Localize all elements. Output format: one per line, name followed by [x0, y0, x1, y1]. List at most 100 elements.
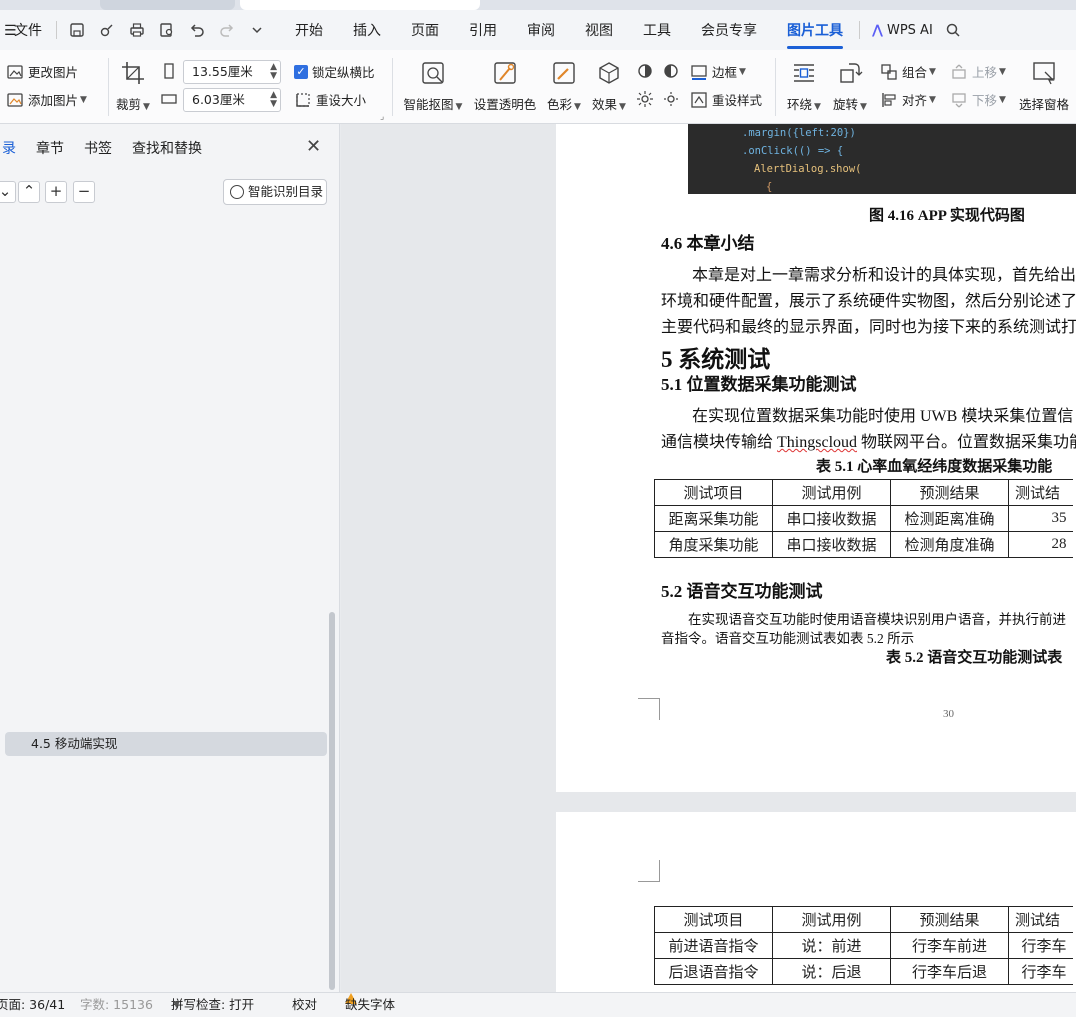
print-preview-icon[interactable]	[159, 22, 175, 38]
status-bar: 页面: 36/41 字数: 15136 拼写检查: 打开 ▼ 校对 缺失字体	[0, 992, 1076, 1017]
add-heading-button[interactable]: +	[45, 181, 67, 203]
lock-aspect-label: 锁定纵横比	[312, 65, 375, 80]
data-table-5-1[interactable]: 测试项目 测试用例 预测结果 测试结 距离采集功能 串口接收数据 检测距离准确 35 角度采集功…	[654, 479, 1073, 558]
picture-tools-ribbon: 更改图片 添加图片 ▼ 裁剪 ▼ 13.55厘米 ▲ ▼ 6.03厘米 ▲ ▼ ✓ 锁定纵横比…	[0, 50, 1076, 124]
tab-member[interactable]: 会员专享	[701, 20, 757, 40]
selection-pane-icon	[1031, 60, 1057, 86]
ai-icon	[230, 185, 244, 199]
smart-toc-button[interactable]: 智能识别目录	[223, 179, 327, 205]
file-menu[interactable]: ☰文件	[0, 20, 42, 40]
active-document-tab[interactable]	[240, 0, 480, 10]
heading-5-1: 5.1 位置数据采集功能测试	[661, 375, 857, 394]
tab-view[interactable]: 视图	[585, 20, 613, 40]
expand-up-button[interactable]: ⌃	[18, 181, 40, 203]
set-transparent-button[interactable]: 设置透明色	[474, 54, 536, 120]
table-caption: 表 5.2 语音交互功能测试表	[886, 650, 1063, 666]
data-table-5-2[interactable]: 测试项目 测试用例 预测结果 测试结 前进语音指令 说：前进 行李车前进 行李车 后退语音指令说…	[654, 906, 1073, 985]
add-picture-label: 添加图片	[28, 93, 79, 108]
page-30: .margin({left:20}) .onClick(() => { Aler…	[556, 124, 1076, 792]
close-icon[interactable]: ✕	[306, 138, 321, 156]
chevron-down-icon[interactable]	[249, 22, 265, 38]
wrap-button[interactable]: 环绕 ▼	[784, 54, 824, 120]
tab-toc[interactable]: 目录	[0, 138, 16, 158]
transparent-color-icon	[492, 60, 518, 86]
table-row: 距离采集功能 串口接收数据 检测距离准确 35	[654, 505, 1073, 532]
tab-start[interactable]: 开始	[295, 20, 323, 40]
smart-cutout-icon	[420, 60, 446, 86]
smart-cutout-button[interactable]: 智能抠图 ▼	[402, 54, 464, 120]
sun-icon[interactable]	[636, 90, 658, 108]
paragraph-line: 在实现位置数据采集功能时使用 UWB 模块采集位置信	[692, 408, 1074, 425]
lock-aspect-checkbox[interactable]: ✓ 锁定纵横比	[294, 62, 375, 81]
tab-picture-tools[interactable]: 图片工具	[787, 20, 843, 49]
tab-page[interactable]: 页面	[411, 20, 439, 40]
tab-references[interactable]: 引用	[469, 20, 497, 40]
print-icon[interactable]	[129, 22, 145, 38]
height-spinner[interactable]: 6.03厘米 ▲ ▼	[183, 88, 281, 112]
proofread-button[interactable]: 校对	[292, 993, 317, 1017]
tab-tools[interactable]: 工具	[643, 20, 671, 40]
export-icon[interactable]	[99, 22, 115, 38]
effects-cube-icon	[596, 60, 622, 86]
width-value: 13.55厘米	[192, 64, 253, 79]
sun-dim-icon[interactable]	[662, 90, 684, 108]
border-icon	[690, 63, 708, 81]
word-count[interactable]: 字数: 15136	[80, 993, 153, 1017]
spinner-arrows-icon[interactable]: ▲ ▼	[270, 63, 277, 81]
collapse-all-button[interactable]: ⌄	[0, 181, 16, 203]
wps-ai-button[interactable]: ⋀ WPS AI	[872, 23, 933, 38]
chevron-down-icon: ▼	[929, 66, 936, 77]
table-header-row: 测试项目 测试用例 预测结果 测试结	[654, 906, 1073, 933]
move-up-button[interactable]: 上移 ▼	[950, 62, 1006, 81]
change-picture-button[interactable]: 更改图片	[6, 62, 78, 81]
chevron-down-icon: ⌄	[0, 182, 12, 200]
selection-pane-button[interactable]: 选择窗格	[1016, 54, 1072, 120]
color-button[interactable]: 色彩 ▼	[545, 54, 583, 120]
save-icon[interactable]	[69, 22, 85, 38]
selection-pane-label: 选择窗格	[1018, 97, 1069, 112]
redo-icon[interactable]	[219, 22, 235, 38]
tab-bookmarks[interactable]: 书签	[84, 138, 112, 158]
effects-button[interactable]: 效果 ▼	[590, 54, 628, 120]
border-button[interactable]: 边框 ▼	[690, 62, 746, 81]
table-cell: 串口接收数据	[772, 531, 891, 558]
height-value: 6.03厘米	[192, 92, 245, 107]
figure-caption: 图 4.16 APP 实现代码图	[869, 208, 1025, 224]
tab-sections[interactable]: 章节	[36, 138, 64, 158]
table-cell: 说：后退	[772, 958, 891, 985]
undo-icon[interactable]	[189, 22, 205, 38]
tab-review[interactable]: 审阅	[527, 20, 555, 40]
tab-find-replace[interactable]: 查找和替换	[132, 138, 202, 158]
page-indicator[interactable]: 页面: 36/41	[0, 993, 65, 1017]
code-line: .margin({left:20})	[742, 127, 856, 139]
crop-button[interactable]: 裁剪 ▼	[113, 54, 153, 120]
paragraph-line: 通信模块传输给 Thingscloud 物联网平台。位置数据采集功能	[661, 428, 1076, 452]
spinner-arrows-icon[interactable]: ▲ ▼	[270, 91, 277, 109]
reset-size-icon	[294, 91, 312, 109]
paragraph-line: 主要代码和最终的显示界面，同时也为接下来的系统测试打	[661, 319, 1076, 336]
align-button[interactable]: 对齐 ▼	[880, 90, 936, 109]
heading-5: 5 系统测试	[661, 347, 771, 372]
tab-insert[interactable]: 插入	[353, 20, 381, 40]
expand-group-icon[interactable]: ⌟	[380, 112, 384, 122]
brightness-up-icon[interactable]	[636, 62, 658, 80]
remove-heading-button[interactable]: −	[73, 181, 95, 203]
spellcheck-word[interactable]: Thingscloud	[777, 434, 857, 451]
contrast-icon[interactable]	[662, 62, 684, 80]
width-spinner[interactable]: 13.55厘米 ▲ ▼	[183, 60, 281, 84]
paragraph-line: 本章是对上一章需求分析和设计的具体实现，首先给出	[692, 267, 1076, 284]
group-button[interactable]: 组合 ▼	[880, 62, 936, 81]
color-label: 色彩	[547, 97, 573, 112]
toc-scrollbar[interactable]	[329, 612, 335, 990]
change-picture-label: 更改图片	[28, 65, 79, 80]
rotate-button[interactable]: 旋转 ▼	[830, 54, 870, 120]
reset-style-button[interactable]: 重设样式	[690, 90, 762, 109]
add-picture-button[interactable]: 添加图片 ▼	[6, 90, 87, 109]
toc-item[interactable]: 4.5 移动端实现	[5, 732, 327, 756]
table-cell: 行李车前进	[890, 932, 1009, 959]
document-tab[interactable]	[100, 0, 235, 10]
move-down-button[interactable]: 下移 ▼	[950, 90, 1006, 109]
reset-size-button[interactable]: 重设大小	[294, 90, 366, 109]
code-screenshot-image[interactable]: .margin({left:20}) .onClick(() => { Aler…	[688, 124, 1076, 194]
search-icon[interactable]	[945, 22, 961, 38]
